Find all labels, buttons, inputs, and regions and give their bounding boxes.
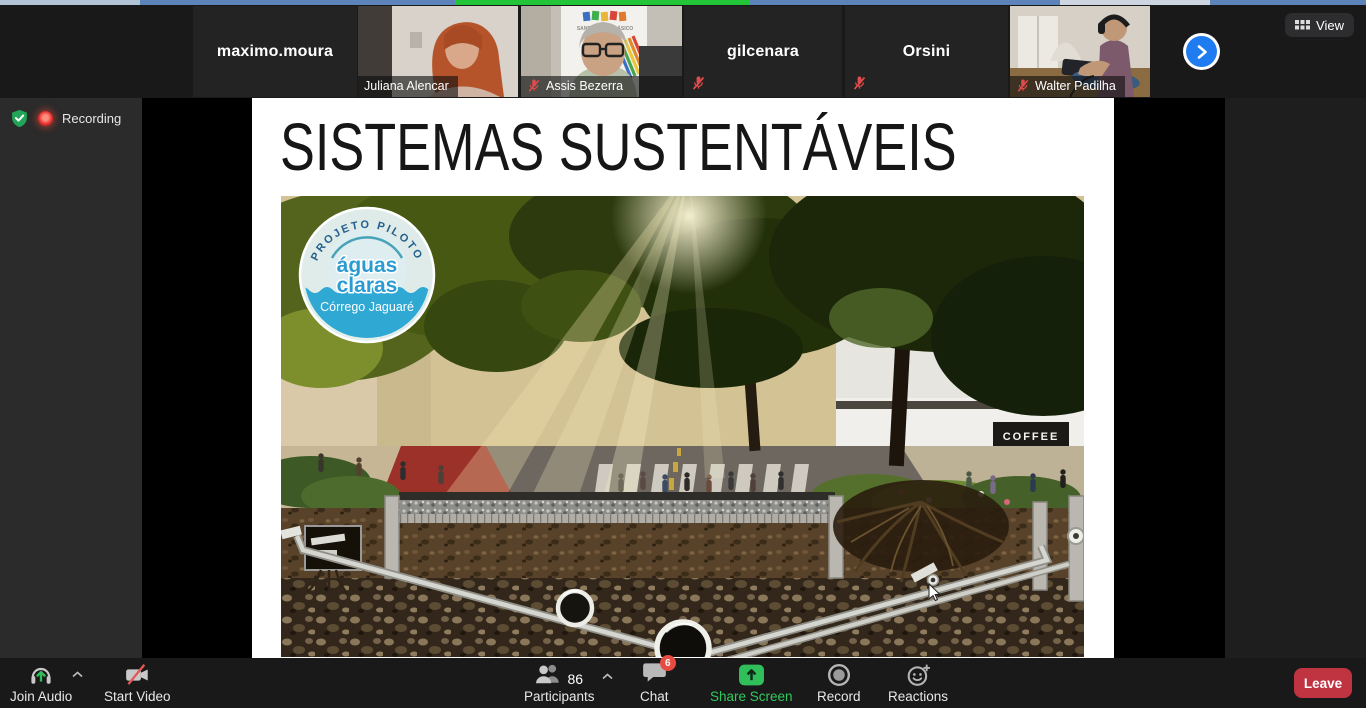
participant-name: maximo.moura <box>193 6 357 97</box>
muted-mic-icon <box>1016 79 1030 93</box>
start-video-label: Start Video <box>104 689 171 704</box>
left-pane: Recording <box>0 98 142 658</box>
participant-tile-assis[interactable]: SANEAMENTO BÁSICO <box>521 6 682 97</box>
record-label: Record <box>817 689 861 704</box>
shared-screen-area: SISTEMAS SUSTENTÁVEIS <box>142 98 1225 658</box>
participants-button[interactable]: 86 Participants <box>524 661 595 704</box>
recording-dot-icon <box>38 111 53 126</box>
recording-label: Recording <box>62 111 121 126</box>
participant-tile-maximo[interactable]: maximo.moura <box>193 6 357 97</box>
meeting-toolbar: Join Audio Start Video <box>0 658 1366 708</box>
slide-image: COFFEE <box>281 196 1084 657</box>
logo-name-line2: claras <box>337 274 398 297</box>
presentation-slide: SISTEMAS SUSTENTÁVEIS <box>252 98 1114 658</box>
participants-icon <box>535 662 563 687</box>
participant-tile-gilcenara[interactable]: gilcenara <box>684 6 842 97</box>
record-button[interactable]: Record <box>817 661 861 704</box>
reactions-button[interactable]: Reactions <box>888 661 948 704</box>
slide-title: SISTEMAS SUSTENTÁVEIS <box>280 112 957 184</box>
participant-nametag: Walter Padilha <box>1010 76 1125 97</box>
muted-mic-icon <box>691 76 706 91</box>
banner-mini-logo <box>583 11 627 22</box>
chat-label: Chat <box>640 689 669 704</box>
participant-name: gilcenara <box>684 6 842 97</box>
participant-name: Juliana Alencar <box>364 79 449 93</box>
headphones-icon <box>29 661 53 687</box>
participant-nametag: Juliana Alencar <box>358 76 458 97</box>
participant-nametag: Assis Bezerra <box>521 76 682 97</box>
record-icon <box>827 661 851 687</box>
recording-indicator: Recording <box>10 109 121 128</box>
zoom-meeting-window: maximo.moura Juliana Alencar <box>0 0 1366 708</box>
participant-tile-juliana[interactable]: Juliana Alencar <box>358 6 518 97</box>
participants-options-caret[interactable] <box>602 668 613 683</box>
participant-tile-walter[interactable]: Walter Padilha <box>1010 6 1150 97</box>
participants-filmstrip: maximo.moura Juliana Alencar <box>0 5 1366 98</box>
video-camera-off-icon <box>125 661 150 687</box>
view-button-label: View <box>1316 18 1344 33</box>
join-audio-button[interactable]: Join Audio <box>10 661 72 704</box>
start-video-button[interactable]: Start Video <box>104 661 171 704</box>
chat-unread-badge: 6 <box>660 655 676 671</box>
share-screen-label: Share Screen <box>710 689 793 704</box>
grid-view-icon <box>1295 19 1310 31</box>
leave-button[interactable]: Leave <box>1294 668 1352 698</box>
meeting-main-area: Recording SISTEMAS SUSTENTÁVEIS <box>0 98 1366 658</box>
security-shield-icon[interactable] <box>10 109 29 128</box>
audio-options-caret[interactable] <box>72 666 83 681</box>
share-screen-icon <box>738 661 765 687</box>
muted-mic-icon <box>527 79 541 93</box>
participant-tile-orsini[interactable]: Orsini <box>845 6 1008 97</box>
chevron-right-icon <box>1195 44 1209 60</box>
share-screen-button[interactable]: Share Screen <box>710 661 793 704</box>
right-pane <box>1225 98 1366 658</box>
logo-subtitle: Córrego Jaguaré <box>320 300 414 314</box>
reactions-label: Reactions <box>888 689 948 704</box>
participant-name: Walter Padilha <box>1035 79 1116 93</box>
participant-name: Orsini <box>845 6 1008 97</box>
coffee-sign: COFFEE <box>1003 431 1060 443</box>
chat-button[interactable]: 6 Chat <box>640 661 669 704</box>
participant-name: Assis Bezerra <box>546 79 623 93</box>
join-audio-label: Join Audio <box>10 689 72 704</box>
participants-label: Participants <box>524 689 595 704</box>
next-participants-button[interactable] <box>1186 36 1217 67</box>
reactions-smiley-icon <box>906 661 931 687</box>
muted-mic-icon <box>852 76 867 91</box>
view-button[interactable]: View <box>1285 13 1354 37</box>
street-section-illustration: COFFEE <box>281 196 1084 657</box>
participants-count: 86 <box>567 671 583 687</box>
